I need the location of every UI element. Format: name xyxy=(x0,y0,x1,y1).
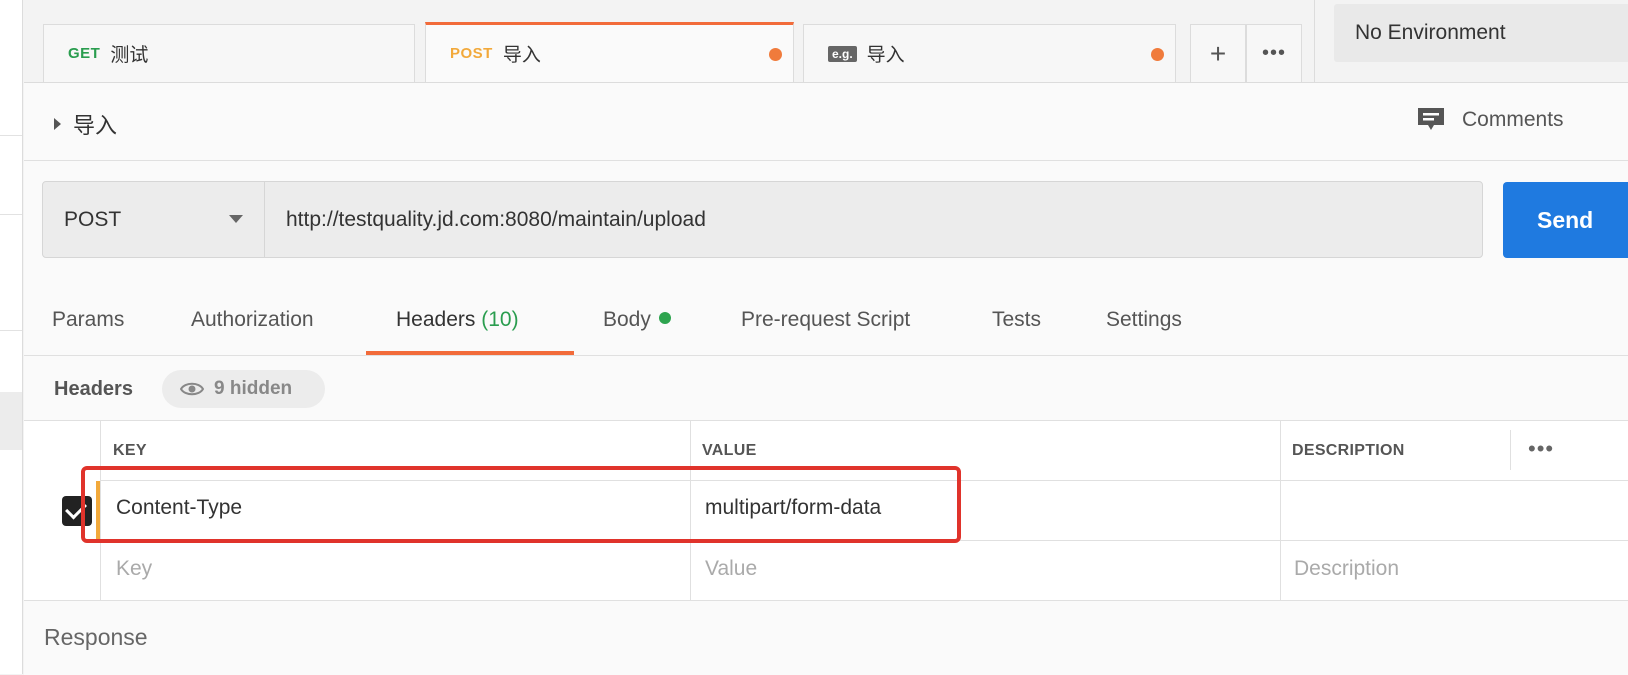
tab-pre-request-script[interactable]: Pre-request Script xyxy=(741,308,910,332)
response-section-title: Response xyxy=(44,624,148,650)
tab-label: Headers xyxy=(396,308,476,331)
request-name-toggle[interactable]: 导入 xyxy=(54,108,117,140)
tab-get-test[interactable]: GET 测试 xyxy=(43,24,415,82)
url-bar: POST http://testquality.jd.com:8080/main… xyxy=(42,181,1483,258)
tab-tests[interactable]: Tests xyxy=(992,308,1041,332)
divider xyxy=(1314,0,1315,82)
comments-label: Comments xyxy=(1462,108,1564,131)
tab-title: 测试 xyxy=(110,45,149,66)
column-header-key: KEY xyxy=(113,442,147,459)
tab-settings[interactable]: Settings xyxy=(1106,308,1182,332)
url-input[interactable]: http://testquality.jd.com:8080/maintain/… xyxy=(286,182,706,257)
tab-label: Authorization xyxy=(191,308,314,331)
tab-body[interactable]: Body xyxy=(603,308,671,332)
new-tab-button[interactable]: + xyxy=(1190,24,1246,82)
new-value-input[interactable]: Value xyxy=(705,557,757,581)
headers-count: (10) xyxy=(481,308,519,331)
more-icon: ••• xyxy=(1261,42,1286,64)
tab-label: Params xyxy=(52,308,125,331)
tab-params[interactable]: Params xyxy=(52,308,124,332)
tab-label: Body xyxy=(603,308,651,331)
example-icon: e.g. xyxy=(828,45,857,62)
tab-authorization[interactable]: Authorization xyxy=(191,308,314,332)
eye-icon xyxy=(180,382,204,396)
sidebar xyxy=(0,0,23,674)
plus-icon: + xyxy=(1209,37,1227,69)
new-key-input[interactable]: Key xyxy=(116,557,152,581)
caret-right-icon xyxy=(54,118,61,130)
url-value: http://testquality.jd.com:8080/maintain/… xyxy=(286,207,706,231)
divider xyxy=(1280,420,1281,600)
tab-example-import[interactable]: e.g. 导入 xyxy=(803,24,1176,82)
tab-title: 导入 xyxy=(866,45,905,66)
highlight-box xyxy=(81,466,961,543)
headers-section-title: Headers xyxy=(54,378,133,400)
divider xyxy=(1510,430,1511,470)
tab-method: POST xyxy=(450,45,493,62)
header-description-input[interactable] xyxy=(1294,496,1594,524)
tab-label: Pre-request Script xyxy=(741,308,911,331)
tab-more-button[interactable]: ••• xyxy=(1246,24,1302,82)
hidden-headers-toggle[interactable]: 9 hidden xyxy=(162,370,325,408)
divider xyxy=(24,600,1628,601)
tab-post-import[interactable]: POST 导入 xyxy=(425,22,794,82)
tab-title: 导入 xyxy=(502,45,541,66)
column-header-description: DESCRIPTION xyxy=(1292,442,1405,459)
comment-icon xyxy=(1418,108,1444,130)
request-name: 导入 xyxy=(73,113,118,138)
divider xyxy=(24,420,1628,421)
method-select[interactable]: POST xyxy=(43,182,265,257)
unsaved-dot-icon xyxy=(1151,48,1164,61)
new-description-input[interactable]: Description xyxy=(1294,557,1399,581)
divider xyxy=(24,160,1628,161)
chevron-down-icon xyxy=(229,215,243,223)
tab-headers[interactable]: Headers (10) xyxy=(396,308,519,332)
column-header-value: VALUE xyxy=(702,442,757,459)
environment-select[interactable]: No Environment xyxy=(1334,4,1628,62)
comments-button[interactable]: Comments xyxy=(1416,106,1564,134)
tab-label: Tests xyxy=(992,308,1042,331)
tab-label: Settings xyxy=(1106,308,1182,331)
method-value: POST xyxy=(64,207,122,231)
divider xyxy=(24,355,1628,356)
send-label: Send xyxy=(1537,206,1594,233)
sidebar-selected-item[interactable] xyxy=(0,392,22,450)
send-button[interactable]: Send xyxy=(1503,182,1628,258)
unsaved-dot-icon xyxy=(769,48,782,61)
tab-method: GET xyxy=(68,45,101,62)
hidden-count-label: 9 hidden xyxy=(214,378,293,399)
status-dot-icon xyxy=(658,312,671,324)
column-options-button[interactable]: ••• xyxy=(1528,436,1554,462)
environment-label: No Environment xyxy=(1355,21,1506,44)
